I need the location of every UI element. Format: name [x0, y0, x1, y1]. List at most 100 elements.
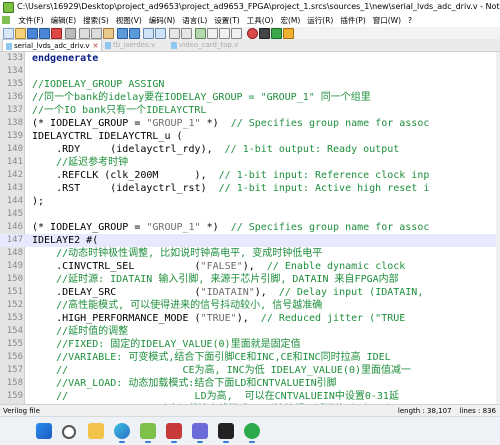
menu-item-8[interactable]: 宏(M)	[280, 16, 300, 25]
code-token: IDELAYCTRL IDELAYCTRL_u (	[32, 131, 183, 142]
code-line[interactable]: 158 //VAR_LOAD: 动态加载模式:结合下面LD和CNTVALUEIN…	[0, 377, 500, 390]
code-token: *)	[200, 118, 231, 129]
close-file-icon[interactable]	[51, 28, 62, 39]
code-line[interactable]: 156 //VARIABLE: 可变模式,结合下面引脚CE和INC,CE和INC…	[0, 351, 500, 364]
find-icon[interactable]	[143, 28, 154, 39]
vivado-icon[interactable]	[192, 423, 208, 443]
code-line[interactable]: 137 //一个IO bank只有一个IDELAYCTRL	[0, 104, 500, 117]
code-line[interactable]: 141 //延迟参考时钟	[0, 156, 500, 169]
code-token: .RDY (idelayctrl_rdy),	[32, 144, 225, 155]
menu-item-2[interactable]: 搜索(S)	[83, 16, 109, 25]
comment-token: //VAR_LOAD: 动态加载模式:结合下面LD和CNTVALUEIN引脚	[32, 378, 337, 389]
code-line[interactable]: 144);	[0, 195, 500, 208]
windows-start-icon[interactable]	[36, 423, 52, 439]
code-line[interactable]: 136 //同一个bank的idelay要在IODELAY_GROUP = "GR…	[0, 91, 500, 104]
menu-item-4[interactable]: 编码(N)	[149, 16, 175, 25]
menu-item-11[interactable]: 窗口(W)	[373, 16, 401, 25]
code-line[interactable]: 146 (* IODELAY_GROUP = "GROUP_1" *) // Sp…	[0, 221, 500, 234]
terminal-icon[interactable]	[218, 423, 234, 443]
code-line[interactable]: 159 // LD为高, 可以在CNTVALUEIN中设置0-31延	[0, 390, 500, 403]
notepad-plus-plus-icon[interactable]	[140, 423, 156, 443]
code-token: IDELAYE2 #(	[32, 235, 99, 246]
code-line[interactable]: 152 //高性能模式, 可以使得进来的信号抖动较小, 信号越准确	[0, 299, 500, 312]
code-text: IDELAYCTRL IDELAYCTRL_u (	[32, 130, 183, 143]
zoom-in-icon[interactable]	[169, 28, 180, 39]
code-text: //同一个bank的idelay要在IODELAY_GROUP = "GROUP…	[32, 91, 371, 104]
code-line[interactable]: 138 (* IODELAY_GROUP = "GROUP_1" *) // Sp…	[0, 117, 500, 130]
file-explorer-icon[interactable]	[88, 423, 104, 439]
copy-icon[interactable]	[91, 28, 102, 39]
code-line[interactable]: 157 // CE为高, INC为低 IDELAY_VALUE(0)里面值减一	[0, 364, 500, 377]
edge-browser-icon[interactable]	[114, 423, 130, 443]
code-text: (* IODELAY_GROUP = "GROUP_1" *) // Speci…	[32, 117, 429, 130]
code-line[interactable]: 145	[0, 208, 500, 221]
code-token: .REFCLK (clk_200M ),	[32, 170, 219, 181]
code-line[interactable]: 143 .RST (idelayctrl_rst) // 1-bit input…	[0, 182, 500, 195]
run-icon[interactable]	[283, 28, 294, 39]
print-icon[interactable]	[65, 28, 76, 39]
code-line[interactable]: 147 IDELAYE2 #(	[0, 234, 500, 247]
search-icon[interactable]	[62, 425, 76, 439]
code-line[interactable]: 155 //FIXED: 固定的IDELAY_VALUE(0)里面就是固定值	[0, 338, 500, 351]
indent-guide-icon[interactable]	[231, 28, 242, 39]
code-text: .RDY (idelayctrl_rdy), // 1-bit output: …	[32, 143, 399, 156]
save-icon[interactable]	[27, 28, 38, 39]
zoom-out-icon[interactable]	[181, 28, 192, 39]
word-wrap-icon[interactable]	[207, 28, 218, 39]
tab-serial-lvds-adc-driv[interactable]: serial_lvds_adc_driv.v ✕	[2, 39, 103, 51]
code-line[interactable]: 149 .CINVCTRL_SEL ("FALSE"), // Enable d…	[0, 260, 500, 273]
vertical-scrollbar[interactable]	[496, 52, 500, 404]
code-line[interactable]: 133 endgenerate	[0, 52, 500, 65]
code-token: ),	[254, 287, 279, 298]
code-line[interactable]: 154 //延时值的调整	[0, 325, 500, 338]
code-line[interactable]: 148 //动态时钟极性调整, 比如说时钟高电平, 变成时钟低电平	[0, 247, 500, 260]
redo-icon[interactable]	[129, 28, 140, 39]
macro-stop-icon[interactable]	[259, 28, 270, 39]
new-file-icon[interactable]	[3, 28, 14, 39]
tab-video-card-top[interactable]: video_card_top.v	[168, 39, 241, 51]
string-token: "GROUP_1"	[146, 118, 201, 129]
close-icon[interactable]: ✕	[93, 42, 99, 50]
open-file-icon[interactable]	[15, 28, 26, 39]
chat-app-icon[interactable]	[244, 423, 260, 443]
menu-item-0[interactable]: 文件(F)	[18, 16, 43, 25]
menu-item-6[interactable]: 设置(T)	[214, 16, 239, 25]
line-number: 154	[6, 326, 23, 336]
sync-scroll-icon[interactable]	[195, 28, 206, 39]
comment-token: //VARIABLE: 可变模式,结合下面引脚CE和INC,CE和INC同时拉高…	[32, 352, 391, 363]
undo-icon[interactable]	[117, 28, 128, 39]
save-all-icon[interactable]	[39, 28, 50, 39]
string-token: "TRUE"	[200, 313, 237, 324]
replace-icon[interactable]	[155, 28, 166, 39]
code-line[interactable]: 134	[0, 65, 500, 78]
menu-item-12[interactable]: ?	[408, 16, 412, 25]
menu-item-5[interactable]: 语言(L)	[182, 16, 207, 25]
comment-token: // Delay input (IDATAIN,	[278, 287, 424, 298]
code-line[interactable]: 150 //延时源: IDATAIN 输入引脚, 来源于芯片引脚, DATAIN…	[0, 273, 500, 286]
macro-play-icon[interactable]	[271, 28, 282, 39]
line-number: 144	[6, 196, 23, 206]
file-icon	[171, 41, 177, 49]
menu-item-7[interactable]: 工具(O)	[247, 16, 274, 25]
code-line[interactable]: 140 .RDY (idelayctrl_rdy), // 1-bit outp…	[0, 143, 500, 156]
code-line[interactable]: 151 .DELAY_SRC ("IDATAIN"), // Delay inp…	[0, 286, 500, 299]
code-line[interactable]: 142 .REFCLK (clk_200M ), // 1-bit input:…	[0, 169, 500, 182]
code-line[interactable]: 135 //IODELAY_GROUP ASSIGN	[0, 78, 500, 91]
cut-icon[interactable]	[79, 28, 90, 39]
macro-record-icon[interactable]	[247, 28, 258, 39]
paste-icon[interactable]	[103, 28, 114, 39]
show-all-chars-icon[interactable]	[219, 28, 230, 39]
line-number: 158	[6, 378, 23, 388]
tab-tb-iserdes[interactable]: tb_iserdes.v	[102, 39, 158, 51]
tab-label: video_card_top.v	[179, 41, 239, 49]
code-editor[interactable]: 133 endgenerate 134 135 //IODELAY_GROUP ASSI…	[0, 52, 500, 404]
zy-app-icon[interactable]	[166, 423, 182, 443]
menu-item-9[interactable]: 运行(R)	[307, 16, 333, 25]
menu-item-1[interactable]: 编辑(E)	[51, 16, 77, 25]
menu-item-3[interactable]: 视图(V)	[116, 16, 142, 25]
line-number: 142	[6, 170, 23, 180]
code-line[interactable]: 153 .HIGH_PERFORMANCE_MODE ("TRUE"), // …	[0, 312, 500, 325]
code-line[interactable]: 139 IDELAYCTRL IDELAYCTRL_u (	[0, 130, 500, 143]
line-number: 150	[6, 274, 23, 284]
menu-item-10[interactable]: 插件(P)	[340, 16, 365, 25]
